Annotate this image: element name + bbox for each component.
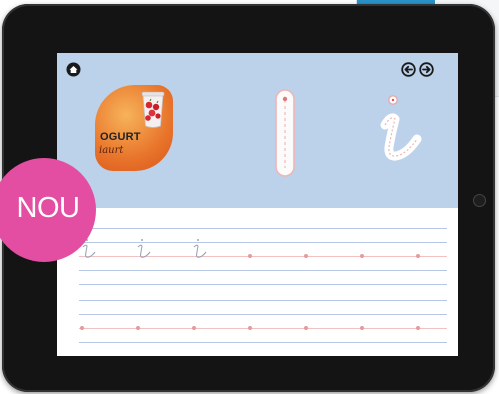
arrow-left-circle-icon[interactable] (401, 62, 416, 77)
start-dot (360, 254, 364, 258)
guide-line (79, 328, 447, 329)
start-dot (360, 326, 364, 330)
letter-print-guide[interactable] (270, 88, 300, 178)
traced-letter-sample (192, 238, 208, 260)
guide-line (79, 342, 447, 343)
guide-line (79, 228, 447, 229)
start-dot (304, 326, 308, 330)
card-word-print: OGURT (100, 131, 141, 143)
new-badge-label: NOU (16, 192, 80, 224)
letter-header: OGURT iaurt (57, 53, 458, 208)
guide-line (79, 314, 447, 315)
start-dot (192, 326, 196, 330)
card-word-cursive: iaurt (99, 145, 124, 156)
word-picture-card[interactable]: OGURT iaurt (95, 85, 173, 171)
app-screen: OGURT iaurt (57, 53, 458, 356)
start-dot (136, 326, 140, 330)
yogurt-cup-icon (141, 89, 165, 129)
handwriting-practice-area[interactable] (57, 208, 458, 356)
start-dot (248, 326, 252, 330)
device-home-button[interactable] (473, 194, 486, 207)
guide-line (79, 242, 447, 243)
traced-letter-sample (136, 238, 152, 260)
guide-line (79, 256, 447, 257)
guide-line (79, 284, 447, 285)
guide-line (79, 270, 447, 271)
start-dot (80, 326, 84, 330)
start-dot (416, 254, 420, 258)
start-dot (248, 254, 252, 258)
guide-line (79, 300, 447, 301)
home-icon[interactable] (66, 62, 81, 77)
start-dot (304, 254, 308, 258)
letter-cursive-guide[interactable] (379, 93, 423, 167)
arrow-right-circle-icon[interactable] (419, 62, 434, 77)
start-dot (416, 326, 420, 330)
